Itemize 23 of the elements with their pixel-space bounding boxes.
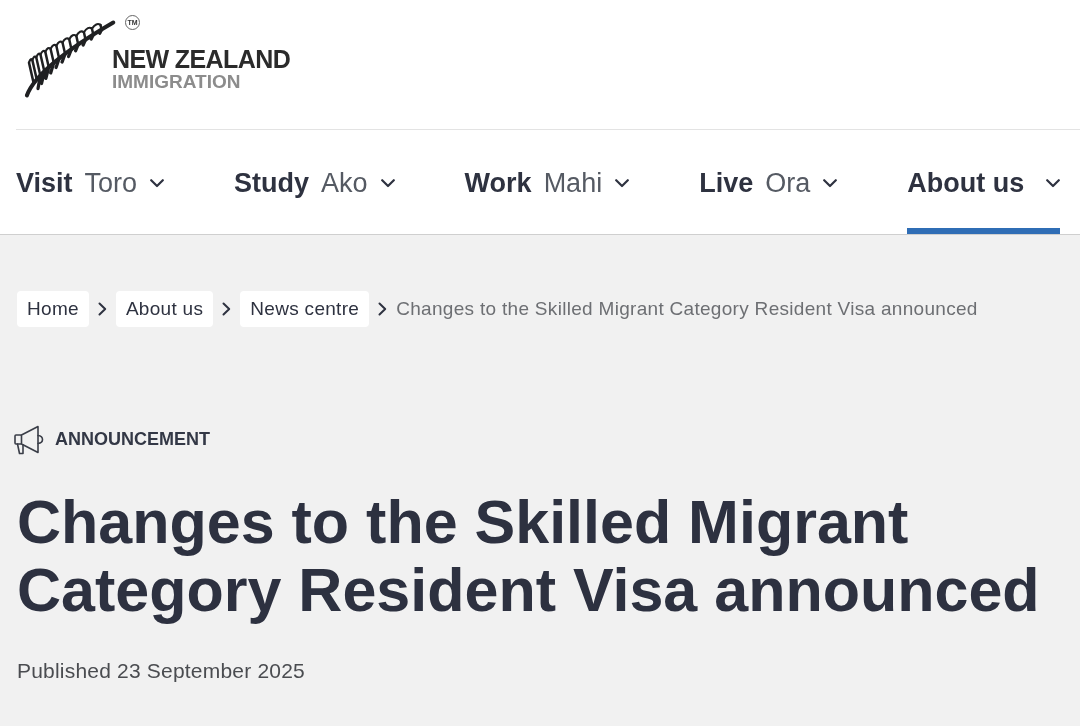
breadcrumb-current: Changes to the Skilled Migrant Category Resident Visa announced	[396, 298, 978, 320]
chevron-right-icon	[222, 302, 232, 316]
nav-tab[interactable]: Study Ako	[234, 130, 395, 234]
chevron-down-icon	[823, 178, 838, 188]
megaphone-icon	[14, 424, 44, 455]
nav-tab[interactable]: Live Ora	[699, 130, 838, 234]
nav-tab[interactable]: Visit Toro	[16, 130, 165, 234]
brand-subtitle: IMMIGRATION	[112, 72, 242, 92]
breadcrumb-link[interactable]: Home	[17, 291, 89, 327]
category-label: ANNOUNCEMENT	[55, 429, 210, 450]
chevron-down-icon	[380, 178, 395, 188]
chevron-right-icon	[378, 302, 388, 316]
publish-date: Published 23 September 2025	[17, 659, 306, 683]
nav-tab[interactable]: Work Mahi	[464, 130, 630, 234]
chevron-down-icon	[615, 178, 630, 188]
chevron-down-icon	[150, 178, 165, 188]
chevron-down-icon	[1046, 178, 1061, 188]
article-title: Changes to the Skilled Migrant Category Resident Visa announced	[17, 488, 1041, 624]
breadcrumb-link[interactable]: News centre	[240, 291, 370, 327]
brand-name: NEW ZEALAND	[112, 46, 291, 72]
chevron-right-icon	[97, 302, 107, 316]
breadcrumb-link[interactable]: About us	[115, 291, 214, 327]
nav-tab[interactable]: About us	[907, 130, 1061, 234]
